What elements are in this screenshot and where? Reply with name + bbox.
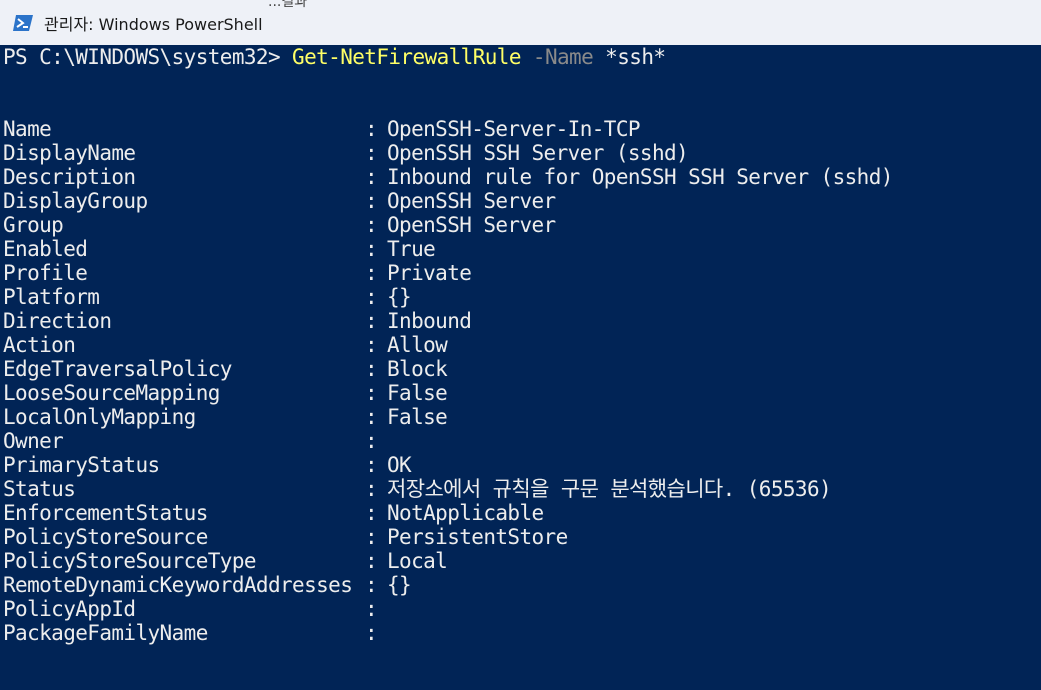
property-value: OK	[387, 453, 412, 477]
property-separator: :	[365, 117, 378, 141]
property-separator: :	[365, 525, 378, 549]
property-key: Group	[3, 213, 64, 237]
property-separator: :	[365, 453, 378, 477]
property-value: OpenSSH Server	[387, 189, 556, 213]
property-separator: :	[365, 189, 378, 213]
property-value: OpenSSH-Server-In-TCP	[387, 117, 641, 141]
property-separator: :	[365, 573, 378, 597]
property-value: {}	[387, 573, 412, 597]
property-row: Platform: {}	[3, 285, 412, 309]
property-row: PolicyAppId:	[3, 597, 387, 621]
property-separator: :	[365, 285, 378, 309]
property-value: Private	[387, 261, 472, 285]
property-key: Profile	[3, 261, 88, 285]
property-row: Status: 저장소에서 규칙을 구문 분석했습니다. (65536)	[3, 477, 832, 501]
property-key: Action	[3, 333, 76, 357]
property-separator: :	[365, 381, 378, 405]
property-separator: :	[365, 357, 378, 381]
property-value: {}	[387, 285, 412, 309]
command-line: PS C:\WINDOWS\system32> Get-NetFirewallR…	[3, 45, 666, 69]
property-separator: :	[365, 621, 378, 645]
property-value: False	[387, 405, 448, 429]
property-row: Name: OpenSSH-Server-In-TCP	[3, 117, 641, 141]
property-separator: :	[365, 213, 378, 237]
property-row: Profile: Private	[3, 261, 472, 285]
command-text: Get-NetFirewallRule	[292, 45, 521, 69]
property-separator: :	[365, 477, 378, 501]
property-key: Description	[3, 165, 136, 189]
property-row: EnforcementStatus: NotApplicable	[3, 501, 544, 525]
property-row: RemoteDynamicKeywordAddresses: {}	[3, 573, 412, 597]
property-row: Direction: Inbound	[3, 309, 472, 333]
property-key: EnforcementStatus	[3, 501, 208, 525]
property-separator: :	[365, 237, 378, 261]
property-value: Local	[387, 549, 448, 573]
property-key: PolicyAppId	[3, 597, 136, 621]
property-separator: :	[365, 597, 378, 621]
parameter-name: -Name	[520, 45, 594, 69]
property-row: Owner:	[3, 429, 387, 453]
property-separator: :	[365, 261, 378, 285]
property-row: PolicyStoreSource: PersistentStore	[3, 525, 568, 549]
property-value: Inbound rule for OpenSSH SSH Server (ssh…	[387, 165, 893, 189]
background-text-fragment: ...결과	[268, 0, 308, 10]
property-key: Enabled	[3, 237, 88, 261]
console-output[interactable]: PS C:\WINDOWS\system32> Get-NetFirewallR…	[0, 45, 1041, 690]
property-key: Platform	[3, 285, 100, 309]
property-row: LooseSourceMapping: False	[3, 381, 448, 405]
property-value: OpenSSH SSH Server (sshd)	[387, 141, 689, 165]
property-separator: :	[365, 165, 378, 189]
prompt-text: PS C:\WINDOWS\system32>	[3, 45, 293, 69]
property-row: PackageFamilyName:	[3, 621, 387, 645]
property-key: DisplayName	[3, 141, 136, 165]
property-value: NotApplicable	[387, 501, 544, 525]
property-value: OpenSSH Server	[387, 213, 556, 237]
property-key: RemoteDynamicKeywordAddresses	[3, 573, 353, 597]
parameter-value: *ssh*	[593, 45, 666, 69]
property-row: PolicyStoreSourceType: Local	[3, 549, 448, 573]
property-separator: :	[365, 501, 378, 525]
property-value: PersistentStore	[387, 525, 568, 549]
property-separator: :	[365, 405, 378, 429]
property-separator: :	[365, 141, 378, 165]
property-value: False	[387, 381, 448, 405]
property-value: Inbound	[387, 309, 472, 333]
property-separator: :	[365, 549, 378, 573]
title-bar[interactable]: ...결과 관리자: Windows PowerShell	[0, 0, 1041, 45]
property-row: DisplayGroup: OpenSSH Server	[3, 189, 556, 213]
property-key: LooseSourceMapping	[3, 381, 220, 405]
property-row: EdgeTraversalPolicy: Block	[3, 357, 448, 381]
property-key: PolicyStoreSourceType	[3, 549, 257, 573]
property-value: Block	[387, 357, 448, 381]
powershell-window: ...결과 관리자: Windows PowerShell PS C:\WIND…	[0, 0, 1041, 690]
property-key: PackageFamilyName	[3, 621, 208, 645]
property-key: Owner	[3, 429, 64, 453]
property-separator: :	[365, 429, 378, 453]
property-value: True	[387, 237, 436, 261]
property-key: LocalOnlyMapping	[3, 405, 196, 429]
property-key: PolicyStoreSource	[3, 525, 208, 549]
property-key: Status	[3, 477, 76, 501]
property-separator: :	[365, 333, 378, 357]
powershell-icon	[12, 12, 34, 34]
property-key: EdgeTraversalPolicy	[3, 357, 232, 381]
property-row: LocalOnlyMapping: False	[3, 405, 448, 429]
property-value: 저장소에서 규칙을 구문 분석했습니다. (65536)	[387, 477, 832, 501]
property-key: Name	[3, 117, 52, 141]
property-row: DisplayName: OpenSSH SSH Server (sshd)	[3, 141, 689, 165]
property-row: Group: OpenSSH Server	[3, 213, 556, 237]
property-row: Action: Allow	[3, 333, 448, 357]
property-key: PrimaryStatus	[3, 453, 160, 477]
property-row: PrimaryStatus: OK	[3, 453, 412, 477]
property-row: Description: Inbound rule for OpenSSH SSH…	[3, 165, 893, 189]
property-key: Direction	[3, 309, 112, 333]
window-title: 관리자: Windows PowerShell	[44, 14, 263, 34]
property-value: Allow	[387, 333, 448, 357]
property-key: DisplayGroup	[3, 189, 148, 213]
property-separator: :	[365, 309, 378, 333]
property-row: Enabled: True	[3, 237, 436, 261]
